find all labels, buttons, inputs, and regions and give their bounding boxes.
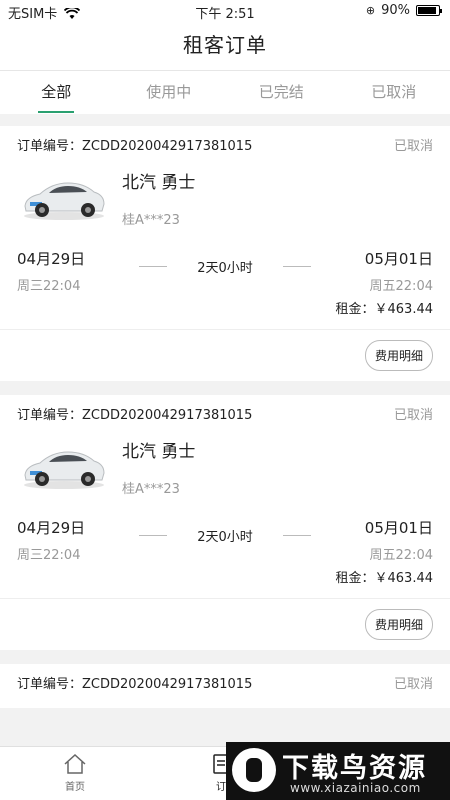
watermark-banner: 下载鸟资源 www.xiazainiao.com bbox=[226, 742, 450, 800]
rental-duration: 2天0小时 bbox=[197, 261, 253, 276]
start-date: 04月29日 bbox=[17, 250, 86, 268]
order-status: 已取消 bbox=[393, 677, 433, 692]
nav-home[interactable]: 首页 bbox=[50, 753, 100, 793]
tab-all[interactable]: 全部 bbox=[0, 71, 113, 114]
rent-amount: 租金：￥463.44 bbox=[335, 302, 434, 317]
home-icon bbox=[64, 753, 86, 774]
start-date: 04月29日 bbox=[17, 519, 86, 537]
car-image bbox=[22, 166, 107, 226]
order-card[interactable]: 订单编号：ZCDD2020042917381015 已取消 北汽 勇士 桂A**… bbox=[0, 395, 450, 650]
fee-detail-button[interactable]: 费用明细 bbox=[364, 609, 433, 640]
order-card[interactable]: 订单编号：ZCDD2020042917381015 已取消 bbox=[0, 664, 450, 708]
nav-home-label: 首页 bbox=[65, 782, 85, 793]
order-status: 已取消 bbox=[393, 139, 433, 154]
order-status: 已取消 bbox=[393, 408, 433, 423]
rent-amount: 租金：￥463.44 bbox=[335, 571, 434, 586]
end-date: 05月01日 bbox=[364, 250, 433, 268]
end-time: 周五22:04 bbox=[369, 279, 433, 294]
tab-in-use[interactable]: 使用中 bbox=[113, 71, 226, 114]
car-name: 北汽 勇士 bbox=[122, 173, 196, 193]
order-number: 订单编号：ZCDD2020042917381015 bbox=[17, 408, 253, 423]
battery-icon bbox=[416, 5, 442, 16]
tab-completed[interactable]: 已完结 bbox=[225, 71, 338, 114]
order-list[interactable]: 订单编号：ZCDD2020042917381015 已取消 北汽 勇士 桂A**… bbox=[0, 126, 450, 746]
page-title: 租客订单 bbox=[0, 22, 450, 70]
fee-detail-button[interactable]: 费用明细 bbox=[364, 340, 433, 371]
order-card[interactable]: 订单编号：ZCDD2020042917381015 已取消 北汽 勇士 桂A**… bbox=[0, 126, 450, 381]
divider bbox=[139, 266, 168, 267]
order-tabs: 全部 使用中 已完结 已取消 bbox=[0, 70, 450, 114]
divider bbox=[139, 535, 168, 536]
license-plate: 桂A***23 bbox=[122, 213, 180, 228]
end-time: 周五22:04 bbox=[369, 548, 433, 563]
order-number: 订单编号：ZCDD2020042917381015 bbox=[17, 677, 253, 692]
watermark-url: www.xiazainiao.com bbox=[290, 781, 421, 795]
status-right: ⊕ 90% bbox=[365, 3, 442, 18]
rotation-lock-icon: ⊕ bbox=[365, 4, 376, 17]
battery-percent: 90% bbox=[381, 3, 410, 18]
order-number: 订单编号：ZCDD2020042917381015 bbox=[17, 139, 253, 154]
status-bar: 无SIM卡 下午 2:51 ⊕ 90% bbox=[0, 0, 450, 22]
rental-duration: 2天0小时 bbox=[197, 530, 253, 545]
license-plate: 桂A***23 bbox=[122, 482, 180, 497]
start-time: 周三22:04 bbox=[17, 279, 81, 294]
car-image bbox=[22, 435, 107, 495]
start-time: 周三22:04 bbox=[17, 548, 81, 563]
end-date: 05月01日 bbox=[364, 519, 433, 537]
divider bbox=[282, 266, 311, 267]
watermark-title: 下载鸟资源 bbox=[282, 753, 427, 784]
divider bbox=[282, 535, 311, 536]
car-name: 北汽 勇士 bbox=[122, 442, 196, 462]
tab-cancelled[interactable]: 已取消 bbox=[338, 71, 450, 114]
watermark-logo bbox=[232, 748, 276, 792]
